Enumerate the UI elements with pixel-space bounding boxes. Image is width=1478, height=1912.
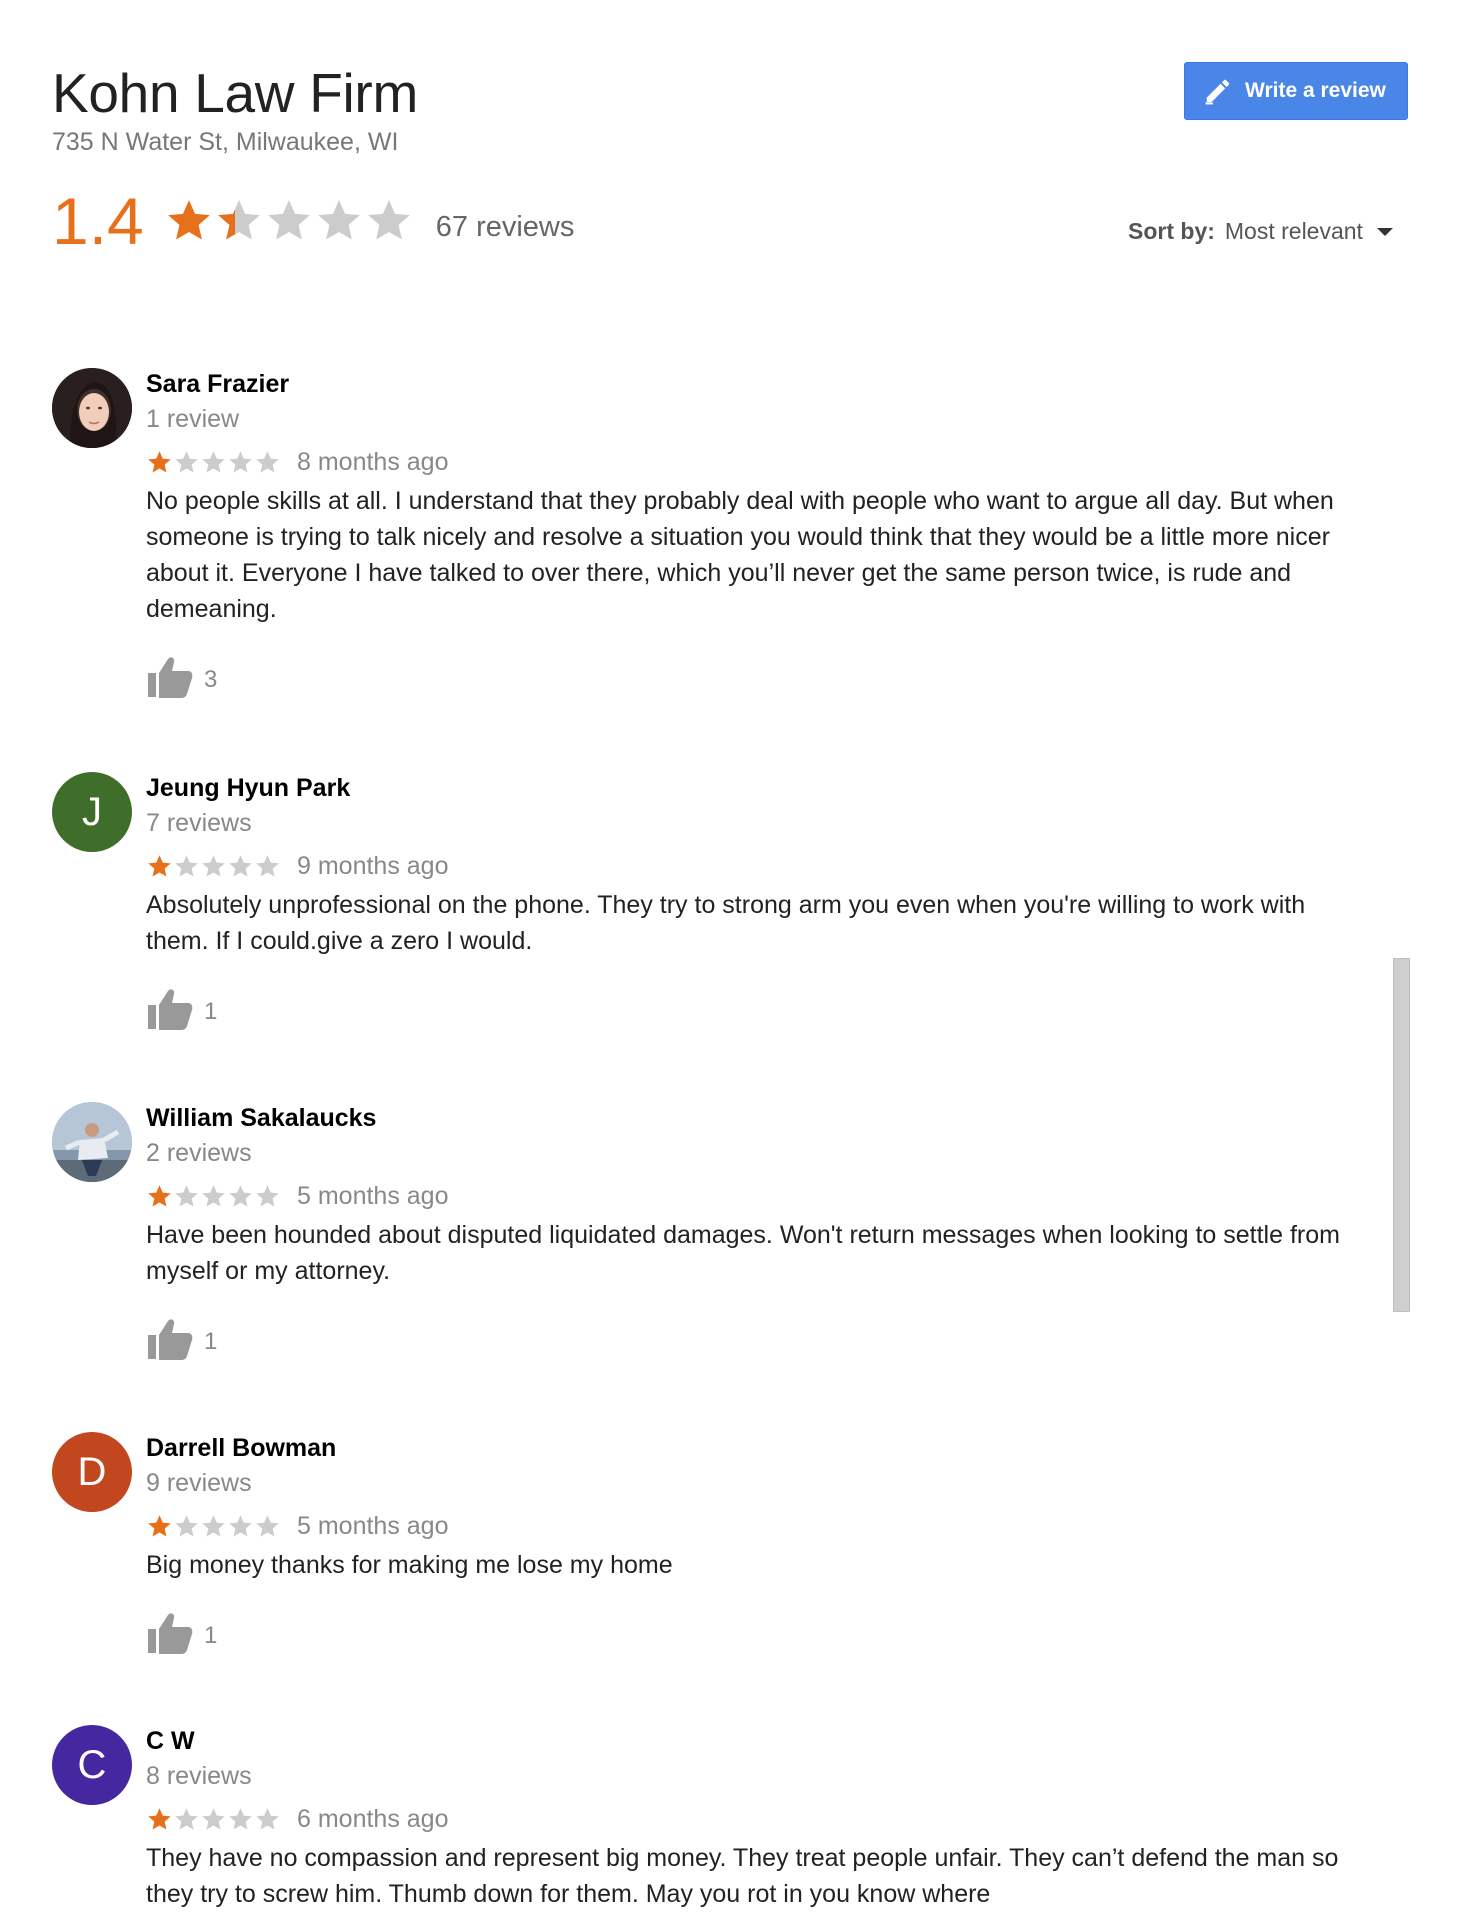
business-name: Kohn Law Firm: [52, 62, 418, 124]
star-filled-icon: [148, 451, 171, 473]
sort-value: Most relevant: [1224, 218, 1363, 244]
like-area: 3: [146, 655, 1346, 704]
star-empty-icon: [256, 1515, 279, 1537]
profile-photo: [52, 1102, 132, 1182]
star-empty-icon: [256, 1185, 279, 1207]
thumbs-up-icon[interactable]: [146, 987, 194, 1036]
reviewer-review-count: 9 reviews: [146, 1469, 252, 1497]
star-empty-icon: [229, 1808, 252, 1830]
star-empty-icon: [175, 1808, 198, 1830]
star-empty-icon: [202, 451, 225, 473]
star-empty-icon: [367, 200, 410, 240]
reviewer-review-count: 7 reviews: [146, 809, 252, 837]
star-filled-icon: [148, 1185, 171, 1207]
reviewer-review-count: 2 reviews: [146, 1139, 252, 1167]
write-review-button[interactable]: Write a review: [1184, 62, 1408, 120]
review-text: They have no compassion and represent bi…: [146, 1844, 1339, 1908]
thumbs-up-icon[interactable]: [146, 655, 194, 704]
star-empty-icon: [229, 855, 252, 877]
reviewer-name[interactable]: Jeung Hyun Park: [146, 774, 1346, 803]
avatar[interactable]: D: [52, 1432, 132, 1512]
star-half-icon: [217, 200, 260, 240]
star-empty-icon: [175, 855, 198, 877]
review-time: 6 months ago: [297, 1805, 449, 1833]
reviewer-name[interactable]: C W: [146, 1727, 1346, 1756]
star-empty-icon: [175, 1185, 198, 1207]
average-rating-stars: [164, 196, 414, 246]
star-empty-icon: [229, 1515, 252, 1537]
reviewer-name[interactable]: Darrell Bowman: [146, 1434, 1346, 1463]
review-text: Big money thanks for making me lose my h…: [146, 1551, 673, 1579]
average-rating: 1.4: [52, 184, 144, 258]
star-empty-icon: [229, 451, 252, 473]
avatar-letter: C: [77, 1742, 107, 1787]
reviewer-name[interactable]: Sara Frazier: [146, 370, 1346, 399]
reviewer-review-count: 1 review: [146, 405, 240, 433]
star-empty-icon: [175, 1515, 198, 1537]
review-stars: [146, 1513, 281, 1540]
star-filled-icon: [148, 1808, 171, 1830]
sort-dropdown[interactable]: Sort by: Most relevant: [1128, 218, 1393, 245]
star-empty-icon: [202, 855, 225, 877]
review-stars: [146, 853, 281, 880]
star-empty-icon: [202, 1185, 225, 1207]
rating-summary: 1.4 67 reviews: [52, 186, 574, 256]
like-area: 1: [146, 987, 1346, 1036]
review-stars: [146, 449, 281, 476]
profile-photo: [52, 368, 132, 448]
avatar-letter: D: [77, 1449, 107, 1494]
thumbs-up-icon[interactable]: [146, 1611, 194, 1660]
review-time: 5 months ago: [297, 1182, 449, 1210]
review-count[interactable]: 67 reviews: [436, 211, 575, 244]
review-time: 9 months ago: [297, 852, 449, 880]
like-count: 1: [204, 997, 218, 1025]
review-time: 5 months ago: [297, 1512, 449, 1540]
chevron-down-icon: [1376, 227, 1393, 236]
pencil-icon: [1203, 76, 1233, 106]
star-filled-icon: [148, 855, 171, 877]
write-review-label: Write a review: [1245, 79, 1386, 102]
avatar[interactable]: J: [52, 772, 132, 852]
avatar[interactable]: [52, 368, 132, 448]
star-filled-icon: [167, 200, 210, 240]
review-text: Absolutely unprofessional on the phone. …: [146, 891, 1306, 955]
review-stars: [146, 1183, 281, 1210]
star-empty-icon: [317, 200, 360, 240]
business-header: Kohn Law Firm 735 N Water St, Milwaukee,…: [52, 58, 418, 157]
scrollbar-thumb[interactable]: [1393, 958, 1410, 1312]
reviewer-name[interactable]: William Sakalaucks: [146, 1104, 1346, 1133]
like-count: 3: [204, 665, 218, 693]
avatar[interactable]: C: [52, 1725, 132, 1805]
review-time: 8 months ago: [297, 448, 449, 476]
sort-label: Sort by:: [1128, 218, 1215, 244]
star-empty-icon: [229, 1185, 252, 1207]
star-empty-icon: [267, 200, 310, 240]
star-empty-icon: [256, 1808, 279, 1830]
star-empty-icon: [202, 1515, 225, 1537]
avatar[interactable]: [52, 1102, 132, 1182]
review-stars: [146, 1806, 281, 1833]
like-area: 1: [146, 1611, 1346, 1660]
like-count: 1: [204, 1327, 218, 1355]
star-empty-icon: [175, 451, 198, 473]
star-empty-icon: [256, 855, 279, 877]
star-empty-icon: [202, 1808, 225, 1830]
like-count: 1: [204, 1621, 218, 1649]
thumbs-up-icon[interactable]: [146, 1317, 194, 1366]
reviewer-review-count: 8 reviews: [146, 1762, 252, 1790]
like-area: 1: [146, 1317, 1346, 1366]
star-filled-icon: [148, 1515, 171, 1537]
review-text: No people skills at all. I understand th…: [146, 487, 1334, 623]
star-empty-icon: [256, 451, 279, 473]
business-address: 735 N Water St, Milwaukee, WI: [52, 128, 399, 156]
avatar-letter: J: [82, 789, 102, 834]
review-text: Have been hounded about disputed liquida…: [146, 1221, 1340, 1285]
